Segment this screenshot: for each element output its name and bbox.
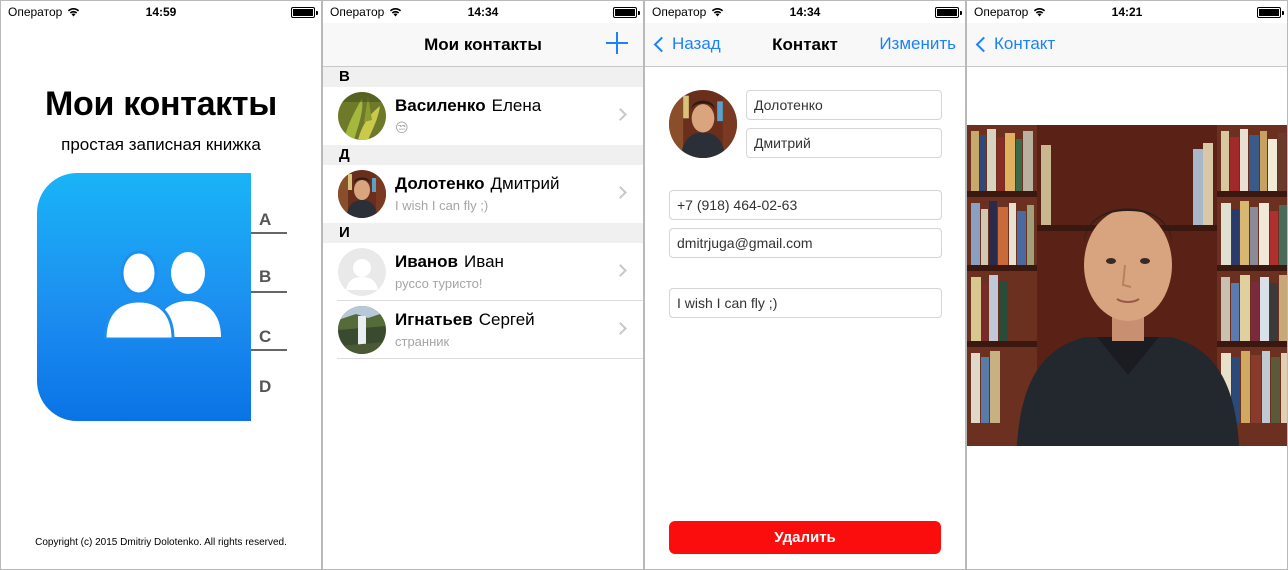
nav-bar: Контакт: [967, 23, 1287, 67]
contact-photo-avatar[interactable]: [669, 90, 737, 158]
chevron-right-icon: [614, 108, 627, 121]
wifi-icon: [390, 8, 402, 17]
index-tabs: A B C D: [251, 173, 291, 421]
wifi-icon: [68, 8, 80, 17]
contact-note: I wish I can fly ;): [395, 198, 489, 213]
contact-note: 😒: [395, 120, 409, 135]
contact-row[interactable]: Иванов Иван руссо туристо!: [323, 243, 643, 301]
phone-field[interactable]: +7 (918) 464-02-63: [669, 190, 942, 220]
placeholder-avatar: [338, 248, 386, 296]
nav-title: Мои контакты: [424, 35, 542, 54]
status-bar: Оператор 14:34: [645, 1, 965, 23]
plus-icon[interactable]: [606, 32, 628, 54]
chevron-right-icon: [614, 264, 627, 277]
contact-last-name: Василенко: [395, 96, 486, 115]
back-button[interactable]: Контакт: [975, 34, 1055, 54]
index-tab-a: A: [259, 210, 272, 229]
carrier-label: Оператор: [974, 5, 1029, 19]
app-title: Мои контакты: [45, 85, 277, 123]
battery-icon: [935, 7, 962, 18]
contacts-list-screen: Оператор 14:34 Мои контакты В Василенко Е…: [322, 0, 644, 570]
index-tab-b: B: [259, 267, 272, 286]
contact-note: странник: [395, 334, 450, 349]
contact-last-name: Игнатьев: [395, 310, 473, 329]
delete-button[interactable]: Удалить: [669, 521, 941, 554]
first-name-field[interactable]: Дмитрий: [746, 128, 942, 158]
chevron-right-icon: [614, 322, 627, 335]
waterfall-avatar: [338, 306, 386, 354]
wifi-icon: [1034, 8, 1046, 17]
contact-note: руссо туристо!: [395, 276, 483, 291]
contact-detail-screen: Оператор 14:34 Назад Контакт Изменить До…: [644, 0, 966, 570]
status-bar: Оператор 14:21: [967, 1, 1287, 23]
carrier-label: Оператор: [652, 5, 707, 19]
contact-first-name: Елена: [491, 96, 542, 115]
index-tab-d: D: [259, 377, 272, 396]
nav-bar: Назад Контакт Изменить: [645, 23, 965, 67]
status-bar: Оператор 14:34: [323, 1, 643, 23]
wifi-icon: [712, 8, 724, 17]
plant-avatar: [338, 92, 386, 140]
battery-icon: [291, 7, 318, 18]
contact-first-name: Дмитрий: [490, 174, 560, 193]
contact-photo: [967, 125, 1287, 446]
chevron-left-icon: [975, 36, 992, 52]
row-separator: [337, 358, 643, 359]
contacts-book-icon: [37, 173, 251, 421]
copyright: Copyright (c) 2015 Dmitriy Dolotenko. Al…: [35, 537, 287, 548]
battery-icon: [1257, 7, 1284, 18]
man-avatar: [338, 170, 386, 218]
last-name-field[interactable]: Долотенко: [746, 90, 942, 120]
section-header: И: [323, 223, 643, 243]
tab-divider: [251, 349, 287, 351]
app-subtitle: простая записная книжка: [61, 135, 261, 154]
edit-button[interactable]: Изменить: [879, 34, 956, 54]
splash-screen: Оператор 14:59 Мои контакты простая запи…: [0, 0, 322, 570]
contact-first-name: Иван: [464, 252, 504, 271]
contact-row[interactable]: Василенко Елена 😒: [323, 87, 643, 145]
index-tab-c: C: [259, 327, 272, 346]
contact-row[interactable]: Долотенко Дмитрий I wish I can fly ;): [323, 165, 643, 223]
section-header: Д: [323, 145, 643, 165]
tab-divider: [251, 232, 287, 234]
contacts-list: В Василенко Елена 😒 Д Долотенко Дмитрий I …: [323, 67, 643, 359]
email-field[interactable]: dmitrjuga@gmail.com: [669, 228, 942, 258]
contact-row[interactable]: Игнатьев Сергей странник: [323, 301, 643, 359]
carrier-label: Оператор: [8, 5, 63, 19]
battery-icon: [613, 7, 640, 18]
status-bar: Оператор 14:59: [1, 1, 321, 23]
people-icon: [103, 250, 221, 339]
photo-screen: Оператор 14:21 Контакт: [966, 0, 1288, 570]
contact-last-name: Долотенко: [395, 174, 485, 193]
chevron-right-icon: [614, 186, 627, 199]
contact-last-name: Иванов: [395, 252, 459, 271]
contact-first-name: Сергей: [478, 310, 535, 329]
tab-divider: [251, 291, 287, 293]
section-header: В: [323, 67, 643, 87]
carrier-label: Оператор: [330, 5, 385, 19]
back-label: Контакт: [994, 34, 1056, 53]
note-field[interactable]: I wish I can fly ;): [669, 288, 942, 318]
nav-bar: Мои контакты: [323, 23, 643, 67]
